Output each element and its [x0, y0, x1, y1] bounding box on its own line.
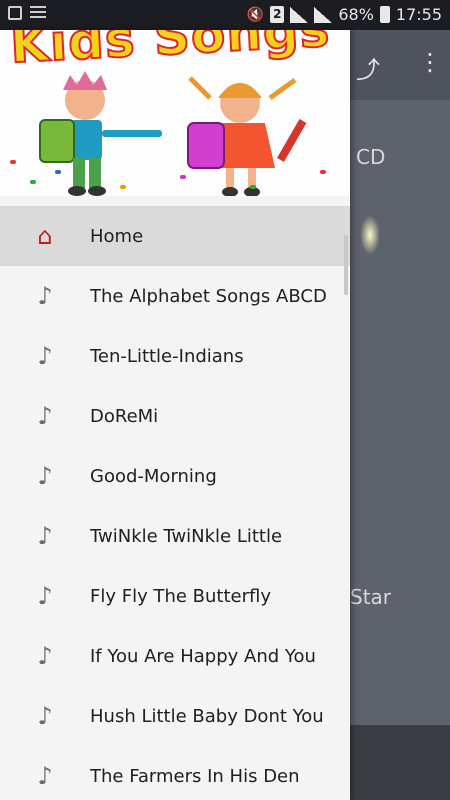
- drawer-item-2[interactable]: ♪ Ten-Little-Indians: [0, 326, 350, 386]
- clock: 17:55: [395, 5, 442, 24]
- confetti-dot: [55, 170, 61, 174]
- drawer-item-9[interactable]: ♪ The Farmers In His Den: [0, 746, 350, 800]
- drawer-item-label: Hush Little Baby Dont You: [90, 705, 324, 727]
- drawer-item-6[interactable]: ♪ Fly Fly The Butterfly: [0, 566, 350, 626]
- notification-icons: [8, 6, 46, 20]
- signal-icon: [290, 6, 309, 23]
- drawer-item-label: The Alphabet Songs ABCD: [90, 285, 327, 307]
- music-note-icon: ♪: [37, 402, 53, 430]
- drawer-item-label: Good-Morning: [90, 465, 217, 487]
- drawer-item-label: DoReMi: [90, 405, 159, 427]
- list-notification-icon: [30, 6, 46, 20]
- drawer-item-4[interactable]: ♪ Good-Morning: [0, 446, 350, 506]
- status-bar: 🔇 2 68% 17:55: [0, 0, 450, 30]
- music-note-icon: ♪: [37, 342, 53, 370]
- drawer-item-label: The Farmers In His Den: [90, 765, 300, 787]
- girl-illustration: [187, 76, 307, 196]
- share-icon[interactable]: ⤴: [356, 50, 380, 85]
- music-note-icon: ♪: [37, 282, 53, 310]
- music-note-icon: ♪: [37, 762, 53, 790]
- navigation-drawer: Kids Songs ⌂ Home ♪ The Alphabet Songs A…: [0, 30, 350, 800]
- home-icon: ⌂: [37, 222, 53, 250]
- music-note-icon: ♪: [37, 522, 53, 550]
- boy-illustration: [39, 71, 162, 196]
- music-note-icon: ♪: [37, 462, 53, 490]
- background-text: Star: [350, 585, 392, 609]
- confetti-dot: [10, 160, 16, 164]
- background-text: CD: [356, 145, 386, 169]
- music-note-icon: ♪: [37, 642, 53, 670]
- drawer-item-label: TwiNkle TwiNkle Little: [90, 525, 283, 547]
- overflow-menu-icon[interactable]: ⋮: [418, 48, 442, 76]
- image-notification-icon: [8, 6, 22, 20]
- confetti-dot: [320, 170, 326, 174]
- drawer-menu: ⌂ Home ♪ The Alphabet Songs ABCD ♪ Ten-L…: [0, 206, 350, 800]
- drawer-item-label: If You Are Happy And You: [90, 645, 316, 667]
- drawer-item-0[interactable]: ⌂ Home: [0, 206, 350, 266]
- drawer-item-3[interactable]: ♪ DoReMi: [0, 386, 350, 446]
- music-note-icon: ♪: [37, 702, 53, 730]
- system-icons: 🔇 2 68% 17:55: [247, 5, 442, 24]
- mute-icon: 🔇: [246, 6, 265, 23]
- scrollbar[interactable]: [344, 235, 348, 295]
- sparkle-decoration: [360, 215, 380, 255]
- sim-icon: 2: [270, 6, 285, 23]
- drawer-item-1[interactable]: ♪ The Alphabet Songs ABCD: [0, 266, 350, 326]
- confetti-dot: [180, 175, 186, 179]
- drawer-item-label: Home: [90, 225, 144, 247]
- signal-icon-2: [314, 6, 333, 23]
- battery-percent: 68%: [338, 5, 374, 24]
- drawer-item-5[interactable]: ♪ TwiNkle TwiNkle Little: [0, 506, 350, 566]
- drawer-item-label: Ten-Little-Indians: [90, 345, 244, 367]
- battery-icon: [379, 6, 390, 23]
- drawer-item-8[interactable]: ♪ Hush Little Baby Dont You: [0, 686, 350, 746]
- drawer-item-label: Fly Fly The Butterfly: [90, 585, 271, 607]
- drawer-header: Kids Songs: [0, 30, 350, 196]
- confetti-dot: [120, 185, 126, 189]
- confetti-dot: [30, 180, 36, 184]
- music-note-icon: ♪: [37, 582, 53, 610]
- confetti-dot: [250, 185, 256, 189]
- drawer-item-7[interactable]: ♪ If You Are Happy And You: [0, 626, 350, 686]
